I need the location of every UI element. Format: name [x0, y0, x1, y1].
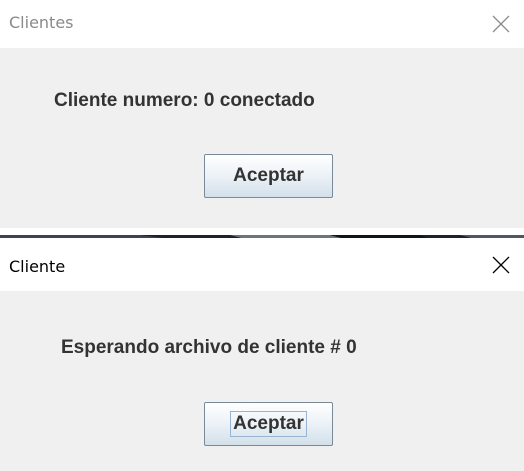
dialog-content: Cliente numero: 0 conectado Aceptar: [0, 48, 524, 228]
dialog-cliente: Cliente Esperando archivo de cliente # 0…: [0, 238, 524, 471]
close-button[interactable]: [478, 0, 524, 48]
title-bar[interactable]: Cliente: [0, 238, 524, 291]
dialog-clientes: Clientes Cliente numero: 0 conectado Ace…: [0, 0, 524, 228]
accept-button[interactable]: Aceptar: [204, 154, 333, 198]
accept-button-label: Aceptar: [233, 165, 304, 186]
accept-button[interactable]: Aceptar: [204, 402, 333, 446]
window-title: Cliente: [9, 257, 66, 276]
accept-button-label: Aceptar: [230, 411, 307, 437]
message-text: Esperando archivo de cliente # 0: [61, 337, 357, 358]
close-icon: [492, 256, 510, 273]
dialog-content: Esperando archivo de cliente # 0 Aceptar: [0, 291, 524, 471]
window-title: Clientes: [9, 13, 74, 32]
background-window-strip: [0, 228, 524, 238]
close-button[interactable]: [478, 238, 524, 291]
message-text: Cliente numero: 0 conectado: [54, 90, 315, 111]
title-bar[interactable]: Clientes: [0, 0, 524, 48]
close-icon: [492, 15, 510, 33]
